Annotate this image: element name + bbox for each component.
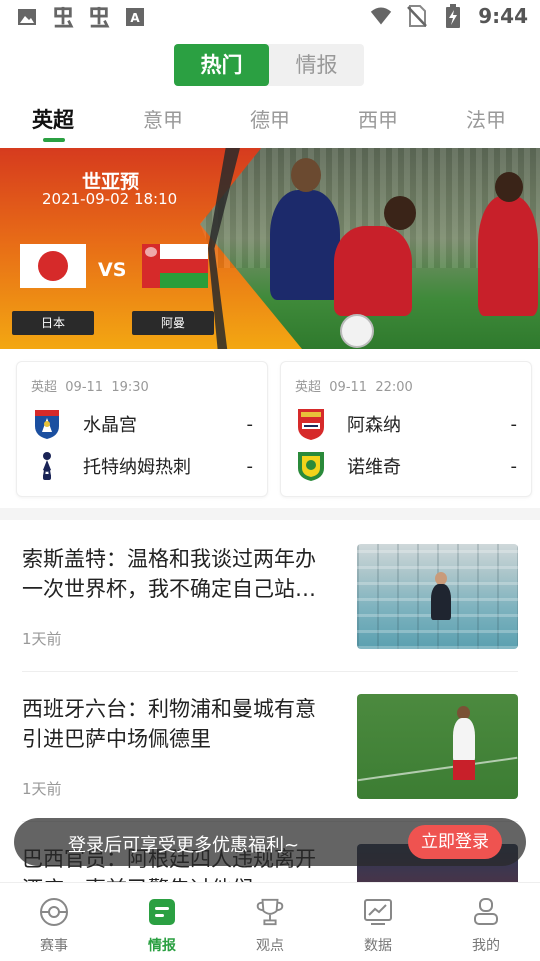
nav-label: 情报 [148,938,176,954]
match-meta: 英超 09-11 22:00 [295,376,413,395]
arsenal-crest-icon [295,408,327,440]
match-date: 09-11 [329,380,368,395]
banner-player [478,196,538,316]
nav-label: 赛事 [40,938,68,954]
news-separator [22,671,518,672]
content-type-toggle: 热门 情报 [174,44,364,86]
section-divider [0,508,540,520]
news-time: 1天前 [22,780,62,798]
toggle-intel[interactable]: 情报 [269,44,364,86]
banner-player-head [291,158,321,192]
league-tabs: 英超 意甲 德甲 西甲 法甲 [0,98,540,142]
trophy-icon [255,897,285,927]
news-title: 西班牙六台：利物浦和曼城有意引进巴萨中场佩德里 [22,697,316,751]
banner-datetime: 2021-09-02 18:10 [42,190,178,208]
status-bar: A 9:44 [0,0,540,36]
home-team-name: 阿森纳 [347,415,401,436]
svg-text:A: A [130,11,140,25]
crystal-palace-crest-icon [31,408,63,440]
news-thumbnail [357,694,518,799]
banner-player-head [384,196,416,230]
football-image [340,314,374,348]
away-team-name: 托特纳姆热刺 [83,457,191,478]
match-meta: 英超 09-11 19:30 [31,376,149,395]
home-team-score: - [510,413,518,435]
bottom-navigation: 赛事 情报 观点 数据 我的 [0,882,540,961]
match-date: 09-11 [65,380,104,395]
nav-label: 我的 [472,938,500,954]
battery-icon [442,4,464,28]
clock: 9:44 [478,4,528,28]
news-time: 1天前 [22,630,62,648]
banner-player-head [495,172,523,202]
tab-la-liga[interactable]: 西甲 [358,104,398,133]
home-team-name: 水晶宫 [83,415,137,436]
versus-label: VS [98,259,127,281]
toggle-hot[interactable]: 热门 [174,44,269,86]
banner-player [334,226,412,316]
away-team-score: - [510,455,518,477]
tab-premier-league[interactable]: 英超 [32,104,74,134]
profile-icon [471,897,501,927]
login-button[interactable]: 立即登录 [408,825,502,859]
toast-message: 登录后可享受更多优惠福利~ [68,835,300,856]
match-card[interactable]: 英超 09-11 22:00 阿森纳 - 诺维奇 - [280,361,532,497]
nav-data[interactable]: 数据 [338,897,418,955]
match-league: 英超 [295,380,322,395]
japan-flag-icon [20,244,86,288]
nav-matches[interactable]: 赛事 [14,897,94,955]
nav-opinions[interactable]: 观点 [230,897,310,955]
oman-flag-icon [142,244,208,288]
tab-ligue-1[interactable]: 法甲 [466,104,506,133]
image-icon [16,6,38,28]
app-icon [88,6,110,28]
tab-serie-a[interactable]: 意甲 [143,104,183,133]
match-time: 19:30 [111,380,149,395]
chart-icon [363,897,393,927]
away-team-tag: 阿曼 [132,311,214,335]
news-title: 索斯盖特：温格和我谈过两年办一次世界杯，我不确定自己站… [22,547,316,601]
nav-intel[interactable]: 情报 [122,897,202,955]
active-tab-indicator [43,138,65,142]
tottenham-crest-icon [31,450,63,482]
away-team-name: 诺维奇 [347,457,401,478]
tab-bundesliga[interactable]: 德甲 [250,104,290,133]
banner-player [270,190,340,300]
login-toast: 登录后可享受更多优惠福利~ 立即登录 [14,818,526,866]
away-team-score: - [246,455,254,477]
nav-profile[interactable]: 我的 [446,897,526,955]
norwich-crest-icon [295,450,327,482]
football-icon [39,897,69,927]
home-team-tag: 日本 [12,311,94,335]
nav-label: 观点 [256,938,284,954]
match-card[interactable]: 英超 09-11 19:30 水晶宫 - 托特纳姆热刺 - [16,361,268,497]
wifi-icon [370,5,392,27]
intel-icon [147,897,177,927]
match-league: 英超 [31,380,58,395]
news-thumbnail [357,544,518,649]
app-icon [52,6,74,28]
match-time: 22:00 [375,380,413,395]
font-a-icon: A [124,6,146,28]
no-sim-icon [406,5,428,27]
home-team-score: - [246,413,254,435]
nav-label: 数据 [364,938,392,954]
